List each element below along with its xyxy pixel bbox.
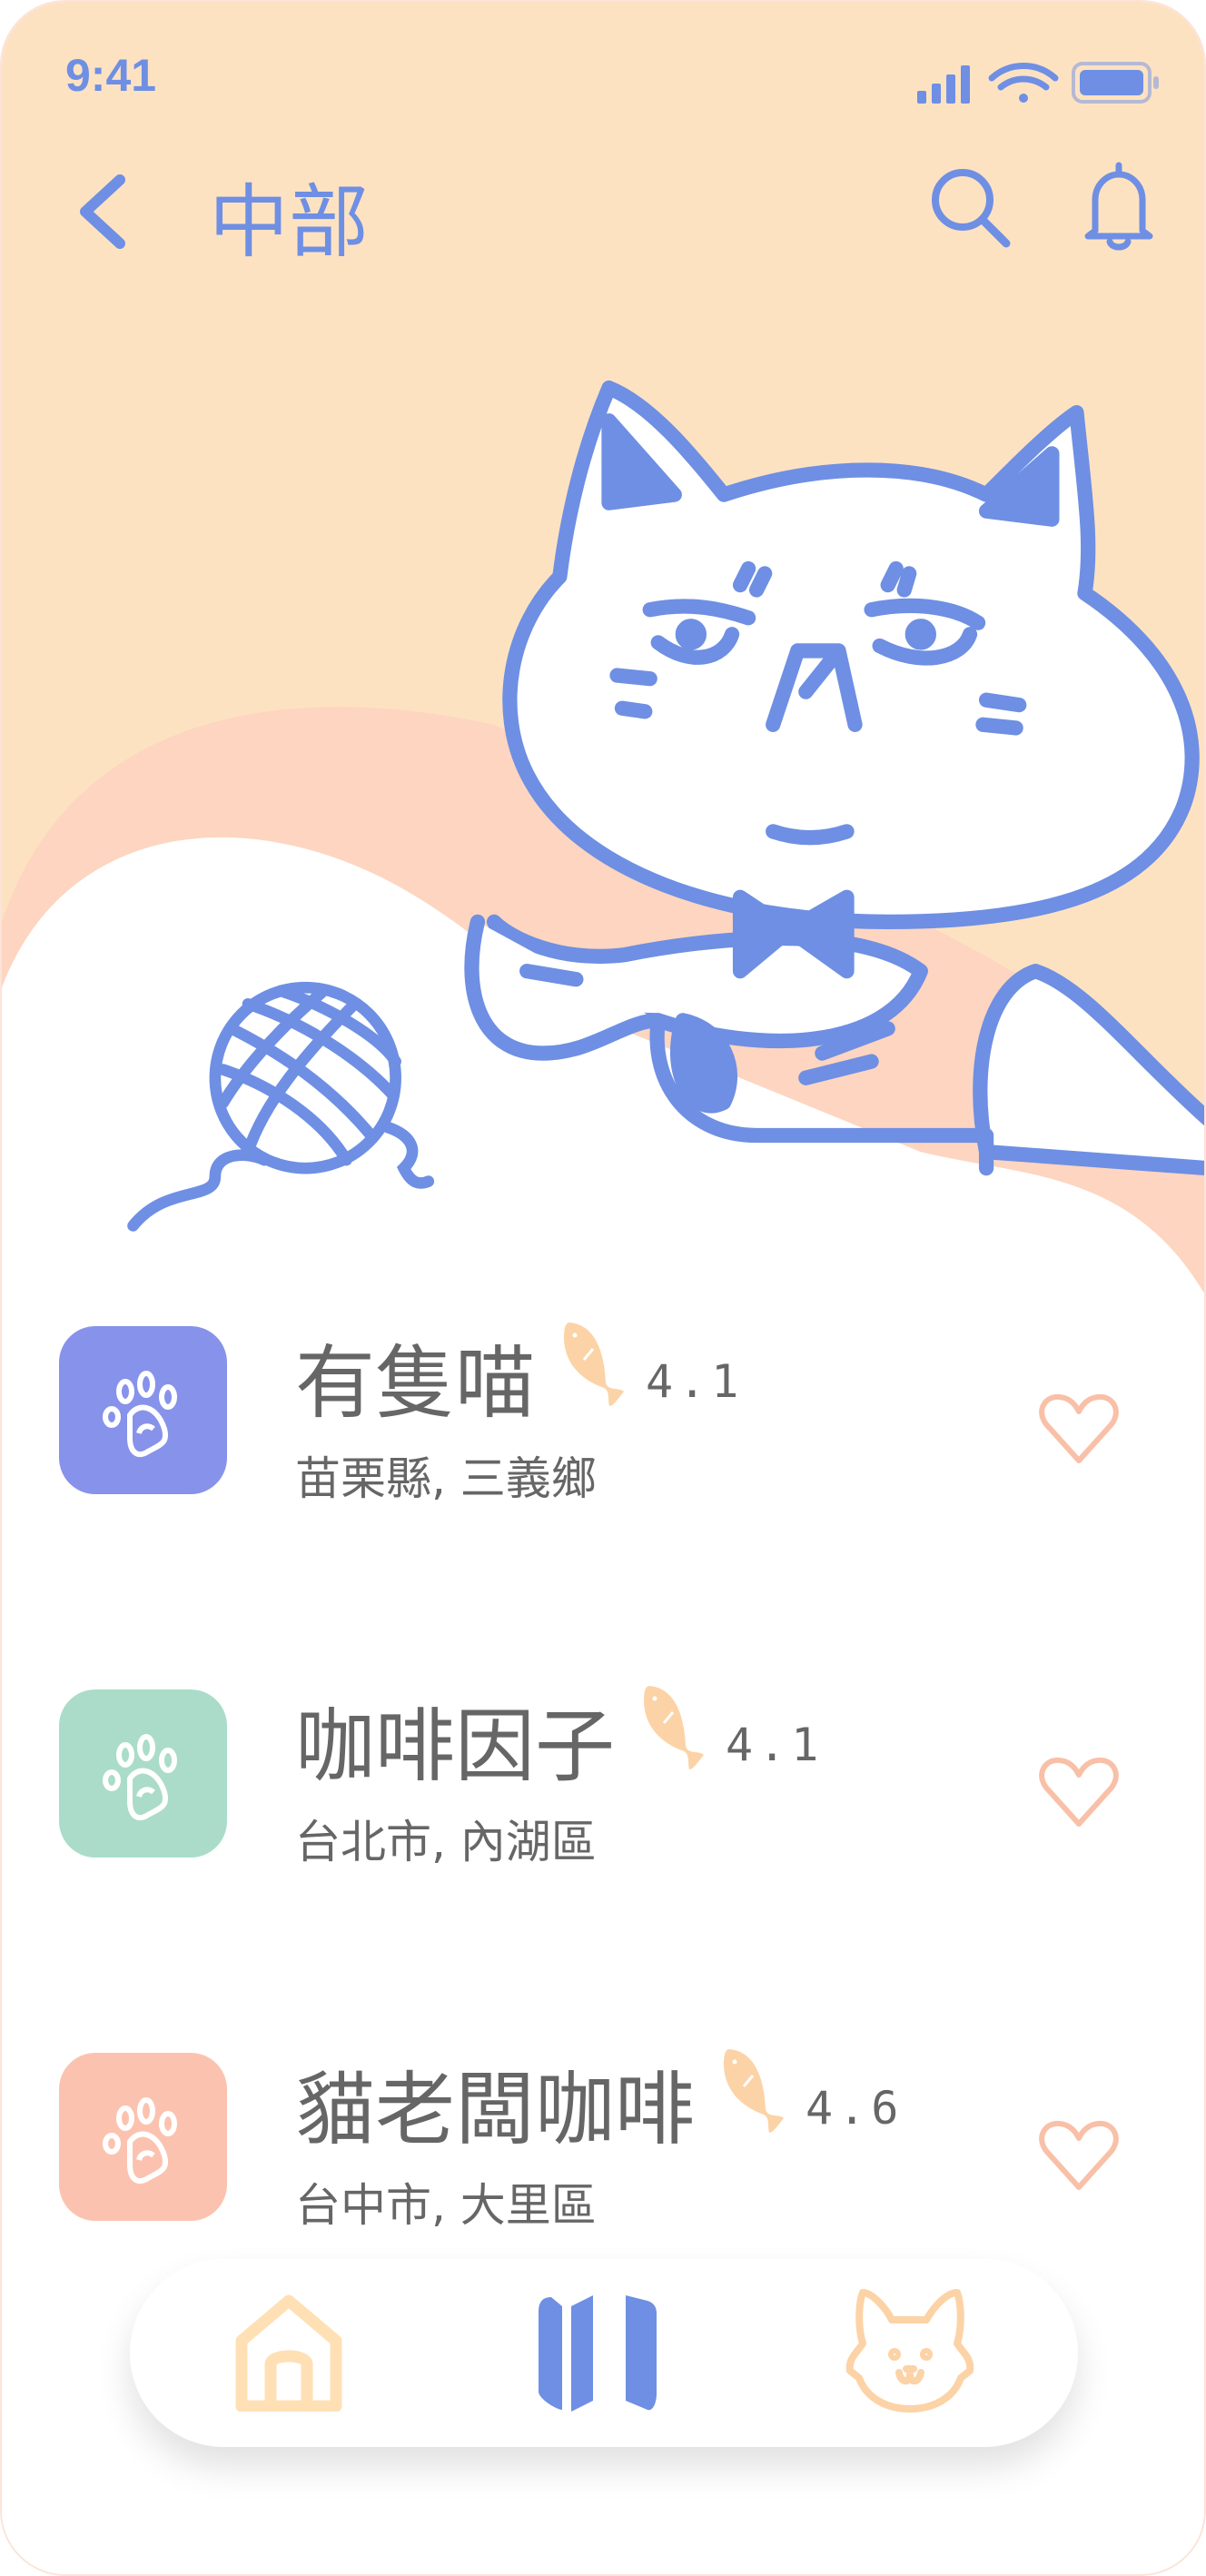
cafe-name: 有隻喵: [295, 1336, 536, 1430]
fish-rating-icon: [644, 1686, 705, 1769]
cafe-location: 台中市, 大里區: [295, 2179, 597, 2232]
cafe-thumbnail: [59, 1326, 227, 1494]
page-title: 中部: [209, 175, 370, 269]
cafe-thumbnail: [59, 1689, 227, 1858]
cafe-list-item[interactable]: 貓老闆咖啡 4.6 台中市, 大里區: [2, 2049, 1204, 2289]
paw-icon: [102, 2096, 177, 2184]
paw-icon: [102, 1370, 177, 1457]
cafe-name: 貓老闆咖啡: [295, 2063, 696, 2156]
status-time: 9:41: [65, 50, 157, 101]
fish-rating-icon: [564, 1323, 625, 1406]
nav-map[interactable]: [529, 2275, 666, 2430]
cafe-location: 台北市, 內湖區: [295, 1816, 597, 1868]
bell-icon[interactable]: [1082, 160, 1155, 251]
cat-icon: [845, 2289, 974, 2413]
battery-icon: [1072, 62, 1159, 104]
cafe-location: 苗栗縣, 三義鄉: [295, 1452, 597, 1505]
chevron-left-icon[interactable]: [73, 173, 136, 251]
status-icons: [917, 62, 1159, 104]
heart-icon[interactable]: [1037, 2118, 1121, 2193]
cafe-thumbnail: [59, 2053, 227, 2221]
nav-profile[interactable]: [829, 2275, 993, 2430]
heart-icon[interactable]: [1037, 1755, 1121, 1829]
search-icon[interactable]: [926, 163, 1013, 251]
cellular-signal-icon: [917, 65, 970, 104]
nav-home[interactable]: [221, 2275, 357, 2430]
cafe-name-row: 有隻喵 4.1: [295, 1319, 744, 1434]
home-icon: [235, 2294, 342, 2412]
cafe-list-item[interactable]: 咖啡因子 4.1 台北市, 內湖區: [2, 1686, 1204, 1926]
map-icon: [539, 2295, 657, 2412]
fish-rating-icon: [724, 2049, 785, 2133]
wifi-icon: [988, 63, 1059, 103]
paw-icon: [102, 1733, 177, 1820]
cafe-name-row: 貓老闆咖啡 4.6: [295, 2046, 904, 2161]
cafe-name-row: 咖啡因子 4.1: [295, 1682, 824, 1798]
cafe-rating: 4.6: [806, 2082, 904, 2135]
cafe-rating: 4.1: [726, 1719, 825, 1771]
cafe-list-item[interactable]: 有隻喵 4.1 苗栗縣, 三義鄉: [2, 1323, 1204, 1562]
bottom-nav: [130, 2259, 1078, 2447]
heart-icon[interactable]: [1037, 1392, 1121, 1466]
phone-screen: 9:41 中部 有隻喵 4.1 苗栗縣, 三義鄉 咖啡因子 4.1 台北市, 內…: [0, 0, 1206, 2576]
cafe-rating: 4.1: [646, 1355, 745, 1408]
cafe-name: 咖啡因子: [295, 1699, 616, 1793]
